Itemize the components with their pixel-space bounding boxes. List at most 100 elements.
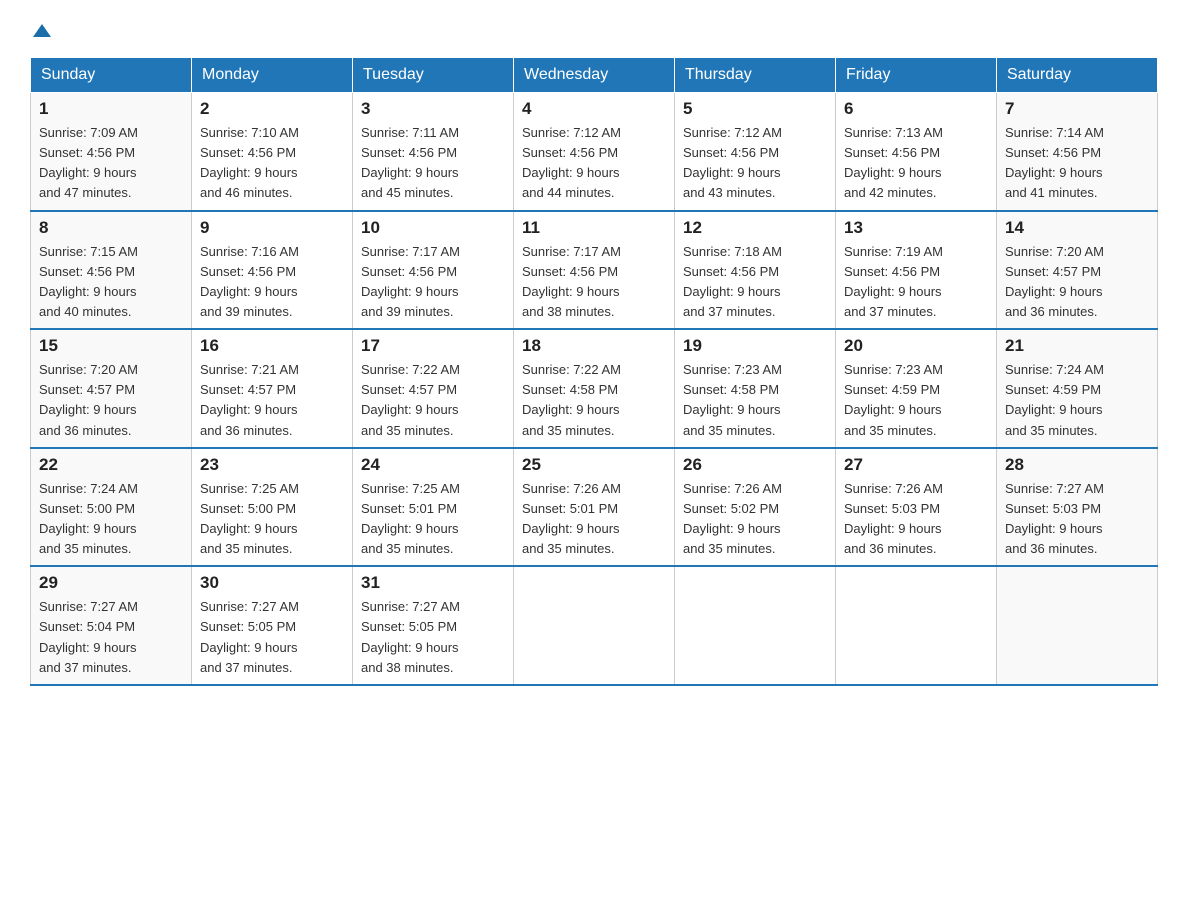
day-info: Sunrise: 7:17 AM Sunset: 4:56 PM Dayligh… (522, 242, 666, 323)
day-number: 1 (39, 99, 183, 119)
day-number: 8 (39, 218, 183, 238)
day-number: 5 (683, 99, 827, 119)
calendar-cell: 15 Sunrise: 7:20 AM Sunset: 4:57 PM Dayl… (31, 329, 192, 448)
day-info: Sunrise: 7:27 AM Sunset: 5:05 PM Dayligh… (200, 597, 344, 678)
day-number: 26 (683, 455, 827, 475)
header-wednesday: Wednesday (514, 58, 675, 93)
day-info: Sunrise: 7:21 AM Sunset: 4:57 PM Dayligh… (200, 360, 344, 441)
day-number: 4 (522, 99, 666, 119)
calendar-week-row: 8 Sunrise: 7:15 AM Sunset: 4:56 PM Dayli… (31, 211, 1158, 330)
day-info: Sunrise: 7:12 AM Sunset: 4:56 PM Dayligh… (683, 123, 827, 204)
day-info: Sunrise: 7:16 AM Sunset: 4:56 PM Dayligh… (200, 242, 344, 323)
calendar-cell: 5 Sunrise: 7:12 AM Sunset: 4:56 PM Dayli… (675, 93, 836, 211)
calendar-cell: 12 Sunrise: 7:18 AM Sunset: 4:56 PM Dayl… (675, 211, 836, 330)
calendar-cell: 27 Sunrise: 7:26 AM Sunset: 5:03 PM Dayl… (836, 448, 997, 567)
day-number: 23 (200, 455, 344, 475)
day-info: Sunrise: 7:19 AM Sunset: 4:56 PM Dayligh… (844, 242, 988, 323)
day-info: Sunrise: 7:15 AM Sunset: 4:56 PM Dayligh… (39, 242, 183, 323)
day-info: Sunrise: 7:26 AM Sunset: 5:02 PM Dayligh… (683, 479, 827, 560)
calendar-cell: 10 Sunrise: 7:17 AM Sunset: 4:56 PM Dayl… (353, 211, 514, 330)
day-info: Sunrise: 7:14 AM Sunset: 4:56 PM Dayligh… (1005, 123, 1149, 204)
day-info: Sunrise: 7:12 AM Sunset: 4:56 PM Dayligh… (522, 123, 666, 204)
day-info: Sunrise: 7:25 AM Sunset: 5:00 PM Dayligh… (200, 479, 344, 560)
header-tuesday: Tuesday (353, 58, 514, 93)
day-info: Sunrise: 7:09 AM Sunset: 4:56 PM Dayligh… (39, 123, 183, 204)
calendar-table: SundayMondayTuesdayWednesdayThursdayFrid… (30, 57, 1158, 686)
header-sunday: Sunday (31, 58, 192, 93)
day-info: Sunrise: 7:20 AM Sunset: 4:57 PM Dayligh… (39, 360, 183, 441)
day-number: 18 (522, 336, 666, 356)
day-number: 16 (200, 336, 344, 356)
day-info: Sunrise: 7:24 AM Sunset: 4:59 PM Dayligh… (1005, 360, 1149, 441)
calendar-cell: 17 Sunrise: 7:22 AM Sunset: 4:57 PM Dayl… (353, 329, 514, 448)
day-info: Sunrise: 7:22 AM Sunset: 4:57 PM Dayligh… (361, 360, 505, 441)
day-number: 11 (522, 218, 666, 238)
day-info: Sunrise: 7:26 AM Sunset: 5:03 PM Dayligh… (844, 479, 988, 560)
calendar-cell: 23 Sunrise: 7:25 AM Sunset: 5:00 PM Dayl… (192, 448, 353, 567)
calendar-cell: 19 Sunrise: 7:23 AM Sunset: 4:58 PM Dayl… (675, 329, 836, 448)
calendar-cell (836, 566, 997, 685)
day-number: 6 (844, 99, 988, 119)
calendar-cell (514, 566, 675, 685)
calendar-week-row: 1 Sunrise: 7:09 AM Sunset: 4:56 PM Dayli… (31, 93, 1158, 211)
day-info: Sunrise: 7:24 AM Sunset: 5:00 PM Dayligh… (39, 479, 183, 560)
calendar-cell: 13 Sunrise: 7:19 AM Sunset: 4:56 PM Dayl… (836, 211, 997, 330)
calendar-cell: 8 Sunrise: 7:15 AM Sunset: 4:56 PM Dayli… (31, 211, 192, 330)
logo (30, 20, 51, 37)
day-number: 24 (361, 455, 505, 475)
day-info: Sunrise: 7:17 AM Sunset: 4:56 PM Dayligh… (361, 242, 505, 323)
day-number: 19 (683, 336, 827, 356)
calendar-cell: 21 Sunrise: 7:24 AM Sunset: 4:59 PM Dayl… (997, 329, 1158, 448)
calendar-cell: 9 Sunrise: 7:16 AM Sunset: 4:56 PM Dayli… (192, 211, 353, 330)
header-friday: Friday (836, 58, 997, 93)
calendar-cell: 30 Sunrise: 7:27 AM Sunset: 5:05 PM Dayl… (192, 566, 353, 685)
day-info: Sunrise: 7:23 AM Sunset: 4:58 PM Dayligh… (683, 360, 827, 441)
day-info: Sunrise: 7:18 AM Sunset: 4:56 PM Dayligh… (683, 242, 827, 323)
header-monday: Monday (192, 58, 353, 93)
day-number: 12 (683, 218, 827, 238)
day-info: Sunrise: 7:26 AM Sunset: 5:01 PM Dayligh… (522, 479, 666, 560)
day-number: 3 (361, 99, 505, 119)
calendar-cell: 14 Sunrise: 7:20 AM Sunset: 4:57 PM Dayl… (997, 211, 1158, 330)
calendar-cell: 7 Sunrise: 7:14 AM Sunset: 4:56 PM Dayli… (997, 93, 1158, 211)
day-number: 27 (844, 455, 988, 475)
day-number: 30 (200, 573, 344, 593)
calendar-header-row: SundayMondayTuesdayWednesdayThursdayFrid… (31, 58, 1158, 93)
calendar-cell: 26 Sunrise: 7:26 AM Sunset: 5:02 PM Dayl… (675, 448, 836, 567)
day-number: 17 (361, 336, 505, 356)
header-saturday: Saturday (997, 58, 1158, 93)
day-info: Sunrise: 7:22 AM Sunset: 4:58 PM Dayligh… (522, 360, 666, 441)
day-number: 14 (1005, 218, 1149, 238)
calendar-cell: 6 Sunrise: 7:13 AM Sunset: 4:56 PM Dayli… (836, 93, 997, 211)
day-number: 28 (1005, 455, 1149, 475)
day-number: 25 (522, 455, 666, 475)
day-number: 10 (361, 218, 505, 238)
day-number: 13 (844, 218, 988, 238)
day-info: Sunrise: 7:20 AM Sunset: 4:57 PM Dayligh… (1005, 242, 1149, 323)
day-number: 21 (1005, 336, 1149, 356)
calendar-cell: 2 Sunrise: 7:10 AM Sunset: 4:56 PM Dayli… (192, 93, 353, 211)
day-info: Sunrise: 7:27 AM Sunset: 5:03 PM Dayligh… (1005, 479, 1149, 560)
day-number: 2 (200, 99, 344, 119)
logo-triangle-icon (33, 24, 51, 37)
day-info: Sunrise: 7:13 AM Sunset: 4:56 PM Dayligh… (844, 123, 988, 204)
calendar-cell: 20 Sunrise: 7:23 AM Sunset: 4:59 PM Dayl… (836, 329, 997, 448)
calendar-week-row: 22 Sunrise: 7:24 AM Sunset: 5:00 PM Dayl… (31, 448, 1158, 567)
calendar-cell: 28 Sunrise: 7:27 AM Sunset: 5:03 PM Dayl… (997, 448, 1158, 567)
day-info: Sunrise: 7:10 AM Sunset: 4:56 PM Dayligh… (200, 123, 344, 204)
calendar-cell: 4 Sunrise: 7:12 AM Sunset: 4:56 PM Dayli… (514, 93, 675, 211)
day-number: 15 (39, 336, 183, 356)
calendar-cell: 25 Sunrise: 7:26 AM Sunset: 5:01 PM Dayl… (514, 448, 675, 567)
calendar-week-row: 15 Sunrise: 7:20 AM Sunset: 4:57 PM Dayl… (31, 329, 1158, 448)
day-number: 22 (39, 455, 183, 475)
day-info: Sunrise: 7:27 AM Sunset: 5:04 PM Dayligh… (39, 597, 183, 678)
calendar-week-row: 29 Sunrise: 7:27 AM Sunset: 5:04 PM Dayl… (31, 566, 1158, 685)
day-info: Sunrise: 7:23 AM Sunset: 4:59 PM Dayligh… (844, 360, 988, 441)
day-number: 7 (1005, 99, 1149, 119)
calendar-cell (997, 566, 1158, 685)
calendar-cell: 24 Sunrise: 7:25 AM Sunset: 5:01 PM Dayl… (353, 448, 514, 567)
day-info: Sunrise: 7:25 AM Sunset: 5:01 PM Dayligh… (361, 479, 505, 560)
calendar-cell: 22 Sunrise: 7:24 AM Sunset: 5:00 PM Dayl… (31, 448, 192, 567)
calendar-cell: 1 Sunrise: 7:09 AM Sunset: 4:56 PM Dayli… (31, 93, 192, 211)
day-number: 31 (361, 573, 505, 593)
